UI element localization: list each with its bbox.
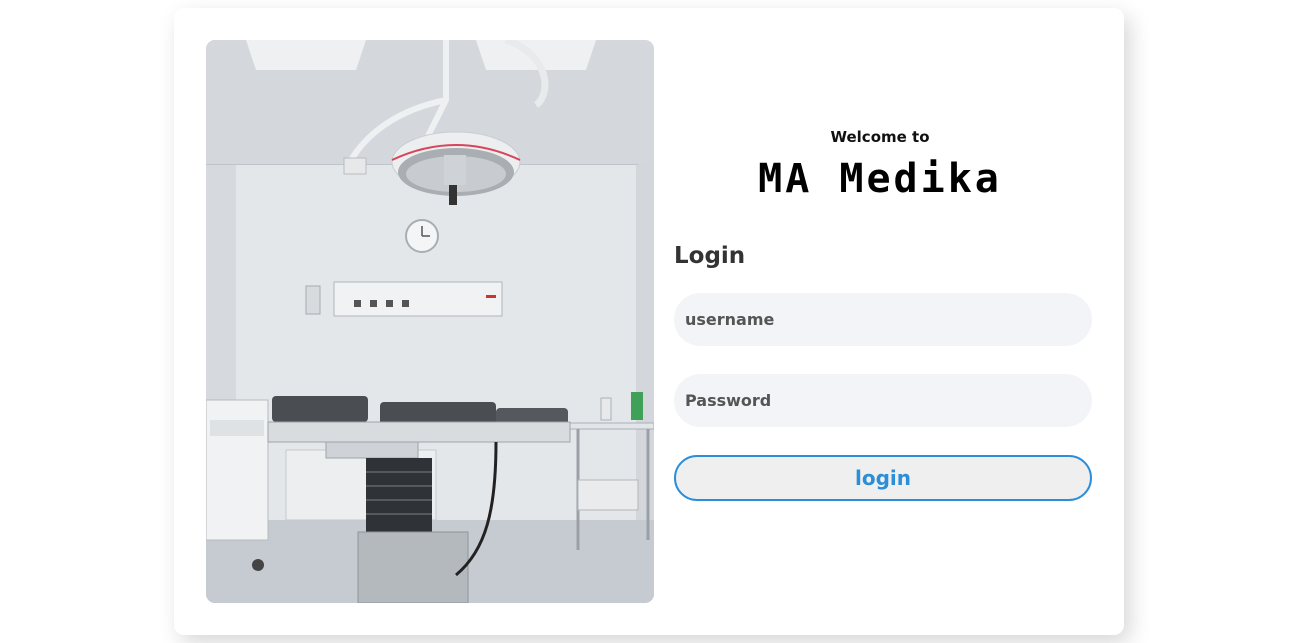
operating-room-photo xyxy=(206,40,654,603)
login-button[interactable]: login xyxy=(674,455,1092,501)
welcome-subtitle: Welcome to xyxy=(830,128,930,146)
username-input[interactable] xyxy=(674,293,1092,346)
password-input[interactable] xyxy=(674,374,1092,427)
login-card: Welcome to MA Medika Login login xyxy=(174,8,1124,635)
brand-title: MA Medika xyxy=(758,156,1002,202)
login-heading: Login xyxy=(674,243,746,269)
